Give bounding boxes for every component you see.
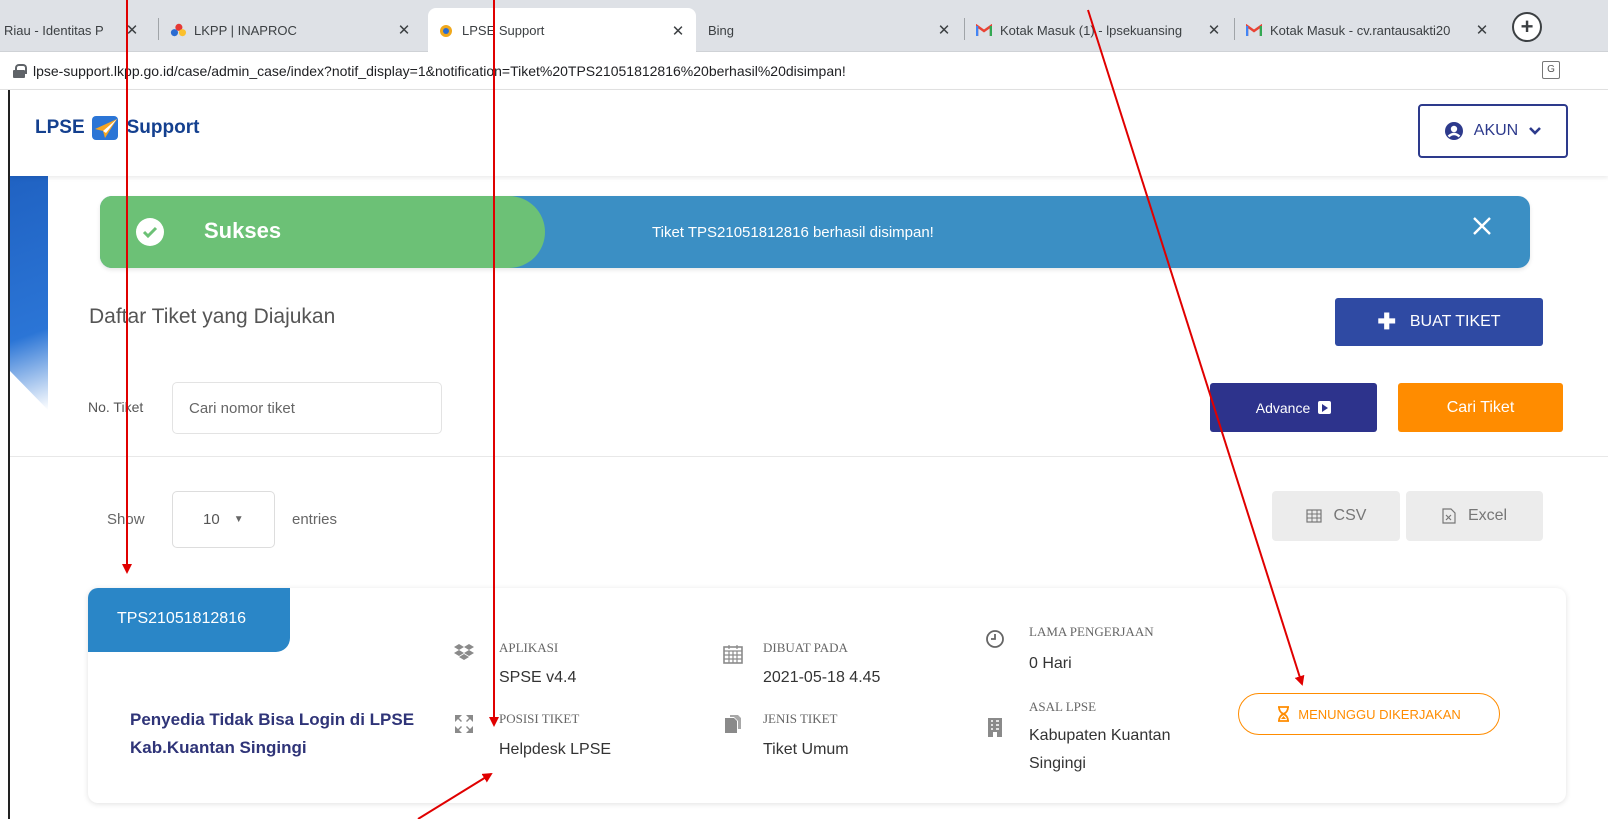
lpse-favicon-icon xyxy=(438,23,454,39)
building-icon xyxy=(988,718,1002,737)
caret-down-icon: ▼ xyxy=(233,514,244,525)
tab-bing[interactable]: Bing ✕ xyxy=(698,8,962,52)
calendar-icon xyxy=(723,645,743,664)
brand-lpse: LPSE xyxy=(35,117,85,138)
close-tab-icon[interactable]: ✕ xyxy=(934,21,954,39)
excel-file-icon xyxy=(1442,508,1456,524)
close-tab-icon[interactable]: ✕ xyxy=(394,21,414,39)
alert-message: Tiket TPS21051812816 berhasil disimpan! xyxy=(652,224,934,241)
advance-search-button[interactable]: Advance xyxy=(1210,383,1377,432)
close-tab-icon[interactable]: ✕ xyxy=(122,21,142,39)
dibuat-value: 2021-05-18 4.45 xyxy=(763,669,881,686)
aplikasi-label: APLIKASI xyxy=(499,640,559,655)
posisi-label: POSISI TIKET xyxy=(499,711,580,726)
close-icon[interactable] xyxy=(1470,214,1494,238)
tab-gmail-2[interactable]: Kotak Masuk - cv.rantausakti20 ✕ xyxy=(1236,8,1500,52)
close-tab-icon[interactable]: ✕ xyxy=(1472,21,1492,39)
tab-title: LPSE Support xyxy=(462,23,545,38)
create-ticket-label: BUAT TIKET xyxy=(1409,313,1501,330)
excel-label: Excel xyxy=(1467,507,1508,524)
lpse-support-logo[interactable]: LPSE Support xyxy=(35,114,199,142)
account-label: AKUN xyxy=(1473,122,1519,139)
success-alert: Sukses Tiket TPS21051812816 berhasil dis… xyxy=(100,196,1530,268)
app-header: LPSE Support AKUN xyxy=(10,90,1608,176)
entries-label: entries xyxy=(292,511,338,528)
aplikasi-value: SPSE v4.4 xyxy=(499,669,577,686)
window-border xyxy=(8,90,10,819)
ticket-search-input[interactable] xyxy=(172,382,442,434)
export-csv-button[interactable]: CSV xyxy=(1272,491,1400,541)
user-circle-icon xyxy=(1444,122,1463,140)
csv-label: CSV xyxy=(1333,507,1367,524)
asal-label: ASAL LPSE xyxy=(1029,699,1097,714)
ticket-number-label: No. Tiket xyxy=(88,399,144,415)
jenis-label: JENIS TIKET xyxy=(763,711,838,726)
close-tab-icon[interactable]: ✕ xyxy=(1204,21,1224,39)
ticket-number-badge[interactable]: TPS21051812816 xyxy=(88,588,290,652)
export-excel-button[interactable]: Excel xyxy=(1406,491,1543,541)
tab-title: LKPP | INAPROC xyxy=(194,22,297,38)
copy-icon xyxy=(725,715,741,733)
new-tab-button[interactable]: + xyxy=(1512,12,1542,42)
url-text[interactable]: lpse-support.lkpp.go.id/case/admin_case/… xyxy=(33,63,846,79)
close-tab-icon[interactable]: ✕ xyxy=(668,22,688,40)
dibuat-label: DIBUAT PADA xyxy=(763,640,848,655)
ticket-subject[interactable]: Penyedia Tidak Bisa Login di LPSE Kab.Ku… xyxy=(130,706,420,762)
entries-value: 10 xyxy=(203,511,220,528)
page-title: Daftar Tiket yang Diajukan xyxy=(89,305,336,328)
address-bar[interactable]: lpse-support.lkpp.go.id/case/admin_case/… xyxy=(0,52,1608,90)
tab-gmail-1[interactable]: Kotak Masuk (1) - lpsekuansing ✕ xyxy=(966,8,1232,52)
play-square-icon xyxy=(1318,401,1332,414)
brand-support: Support xyxy=(126,117,200,138)
table-icon xyxy=(1305,509,1322,523)
browser-tab-bar: Riau - Identitas P ✕ LKPP | INAPROC ✕ LP… xyxy=(0,0,1608,53)
tab-title: Bing xyxy=(708,22,735,38)
lama-label: LAMA PENGERJAAN xyxy=(1029,624,1154,639)
posisi-value: Helpdesk LPSE xyxy=(499,741,612,758)
tab-title: Riau - Identitas P xyxy=(4,22,104,38)
plus-icon: ✚ xyxy=(1377,309,1396,334)
tab-lpse-support[interactable]: LPSE Support ✕ xyxy=(428,8,696,53)
asal-value: Kabupaten Kuantan Singingi xyxy=(1029,727,1171,772)
chevron-down-icon xyxy=(1529,127,1542,135)
alert-title: Sukses xyxy=(204,218,282,243)
tab-riau[interactable]: Riau - Identitas P ✕ xyxy=(0,8,150,52)
status-label: MENUNGGU DIKERJAKAN xyxy=(1298,706,1461,722)
paper-plane-icon xyxy=(91,116,118,140)
gmail-icon xyxy=(976,22,992,38)
tab-title: Kotak Masuk (1) - lpsekuansing xyxy=(1000,22,1183,38)
tab-title: Kotak Masuk - cv.rantausakti20 xyxy=(1270,22,1451,38)
clock-icon xyxy=(986,630,1004,648)
lock-icon[interactable] xyxy=(13,63,27,78)
lama-value: 0 Hari xyxy=(1029,655,1072,672)
hourglass-icon xyxy=(1278,706,1290,722)
entries-select[interactable]: 10 ▼ xyxy=(172,491,275,548)
ticket-status-badge: MENUNGGU DIKERJAKAN xyxy=(1238,693,1500,735)
translate-icon[interactable]: G xyxy=(1542,61,1560,79)
account-menu-button[interactable]: AKUN xyxy=(1418,104,1568,158)
divider xyxy=(10,456,1608,457)
check-circle-icon xyxy=(136,218,164,246)
show-label: Show xyxy=(107,511,145,528)
expand-arrows-icon xyxy=(455,715,473,733)
gmail-icon xyxy=(1246,22,1262,38)
search-ticket-button[interactable]: Cari Tiket xyxy=(1398,383,1563,432)
jenis-value: Tiket Umum xyxy=(763,741,849,758)
background-decoration xyxy=(10,150,48,410)
alert-accent xyxy=(100,196,545,268)
create-ticket-button[interactable]: ✚ BUAT TIKET xyxy=(1335,298,1543,346)
tab-lkpp[interactable]: LKPP | INAPROC ✕ xyxy=(160,8,422,52)
dropbox-icon xyxy=(454,644,474,660)
lkpp-favicon-icon xyxy=(170,22,186,38)
advance-label: Advance xyxy=(1255,399,1311,416)
